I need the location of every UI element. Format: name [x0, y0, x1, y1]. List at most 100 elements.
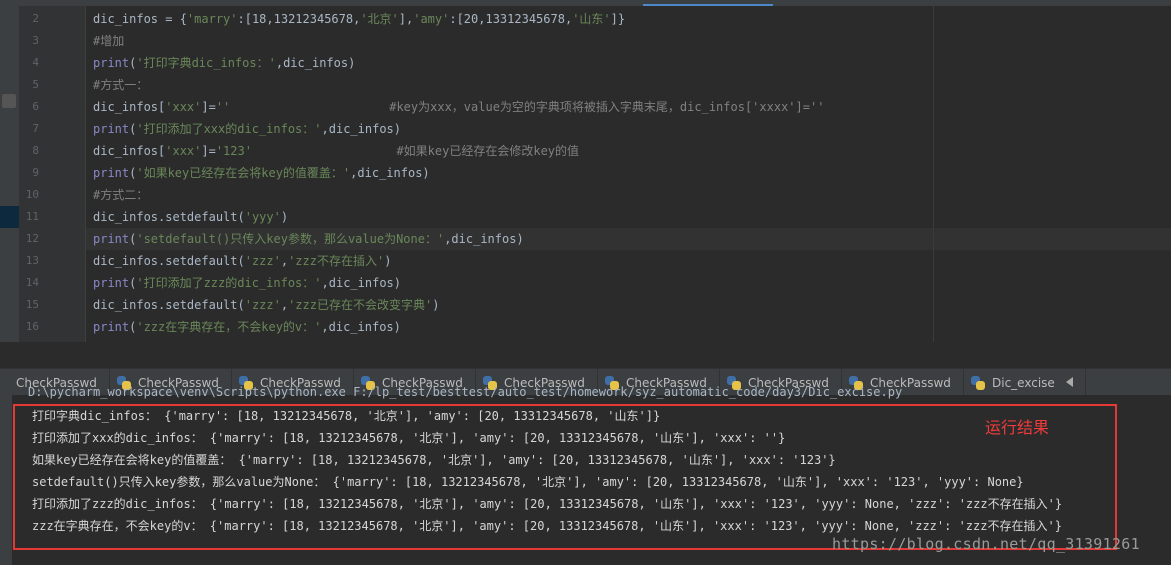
code-line[interactable]: dic_infos['xxx']='123' #如果key已经存在会修改key的…	[93, 140, 579, 162]
code-token: 'zzz已存在不会改变字典'	[288, 298, 433, 312]
line-number: 3	[32, 34, 39, 47]
line-number: 5	[32, 78, 39, 91]
code-token: :[18,13212345678,	[237, 12, 361, 26]
code-token: '山东'	[572, 12, 611, 26]
console-toolbar	[0, 395, 12, 565]
code-line[interactable]: dic_infos = {'marry':[18,13212345678,'北京…	[93, 8, 625, 30]
result-annotation: 运行结果	[985, 418, 1050, 437]
code-token: dic_infos.setdefault(	[93, 298, 245, 312]
code-line[interactable]: print('打印添加了zzz的dic_infos：',dic_infos)	[93, 272, 401, 294]
code-line[interactable]: dic_infos.setdefault('zzz','zzz不存在插入')	[93, 250, 391, 272]
code-line[interactable]: dic_infos.setdefault('yyy')	[93, 206, 288, 228]
code-token: dic_infos.setdefault(	[93, 254, 245, 268]
highlight-box	[13, 404, 1117, 550]
tool-strip-selection	[0, 206, 19, 228]
project-tool-strip	[0, 6, 19, 368]
code-line[interactable]: print('setdefault()只传入key参数，那么value为None…	[93, 228, 524, 250]
code-line[interactable]: print('打印字典dic_infos：',dic_infos)	[93, 52, 355, 74]
line-number: 13	[25, 254, 39, 267]
line-number: 7	[32, 122, 39, 135]
code-token: 'yyy'	[244, 210, 281, 224]
code-token: '打印添加了xxx的dic_infos：'	[136, 122, 322, 136]
code-token: ,	[280, 254, 289, 268]
code-token: 'zzz在字典存在，不会key的v：'	[136, 320, 322, 334]
code-token: '北京'	[360, 12, 399, 26]
editor-empty-area	[0, 342, 1171, 368]
code-token: )	[432, 298, 440, 312]
code-token: ,dic_infos)	[350, 166, 430, 180]
code-token: 'zzz'	[244, 254, 281, 268]
code-token: ],	[398, 12, 414, 26]
code-token: 'zzz'	[244, 298, 281, 312]
line-number: 8	[32, 144, 39, 157]
line-number: 6	[32, 100, 39, 113]
code-token: 'xxx'	[165, 100, 202, 114]
code-token: #方式一：	[93, 78, 149, 92]
code-token: 'amy'	[413, 12, 450, 26]
code-line[interactable]: #方式一：	[93, 74, 148, 96]
code-token: )	[384, 254, 392, 268]
run-tab-label: Dic_excise	[992, 375, 1055, 390]
code-token: '打印添加了zzz的dic_infos：'	[136, 276, 322, 290]
code-token: ,	[280, 298, 289, 312]
code-token: ,dic_infos)	[275, 56, 356, 70]
code-token: ,dic_infos)	[444, 232, 524, 246]
line-number: 14	[25, 276, 39, 289]
code-token: 'setdefault()只传入key参数，那么value为None：'	[136, 232, 445, 246]
right-margin-guide	[933, 6, 934, 342]
active-tab-indicator	[643, 4, 773, 6]
code-token: 'xxx'	[165, 144, 202, 158]
line-number: 9	[32, 166, 39, 179]
line-number: 11	[25, 210, 39, 223]
code-token: print	[93, 232, 130, 246]
code-token: )	[280, 210, 289, 224]
line-number: 4	[32, 56, 39, 69]
code-line[interactable]: print('如果key已经存在会将key的值覆盖：',dic_infos)	[93, 162, 430, 184]
code-token: print	[93, 320, 130, 334]
code-token: dic_infos = {	[93, 12, 187, 26]
editor-tab-strip	[0, 0, 1171, 6]
code-token: ]=	[201, 144, 216, 158]
code-token: dic_infos[	[93, 144, 166, 158]
code-token: print	[93, 122, 130, 136]
code-token: ,dic_infos)	[321, 276, 401, 290]
console-command-line: D:\pycharm_workspace\venv\Scripts\python…	[28, 385, 903, 399]
code-token: '如果key已经存在会将key的值覆盖：'	[136, 166, 351, 180]
code-token: #key为xxx，value为空的字典项将被插入字典末尾，dic_infos['…	[389, 100, 825, 114]
code-token: ]=	[201, 100, 216, 114]
code-token: ''	[215, 100, 231, 114]
code-token: #方式二：	[93, 188, 149, 202]
code-line[interactable]: dic_infos['xxx']='' #key为xxx，value为空的字典项…	[93, 96, 824, 118]
code-token: ,dic_infos)	[321, 320, 401, 334]
scroll-tabs-left-icon[interactable]	[1066, 377, 1073, 387]
code-token: #如果key已经存在会修改key的值	[396, 144, 580, 158]
code-token: :[20,13312345678,	[449, 12, 573, 26]
code-line[interactable]: #增加	[93, 30, 124, 52]
line-number: 2	[32, 12, 39, 25]
python-icon	[970, 375, 986, 391]
gutter-separator	[85, 6, 86, 342]
line-number: 15	[25, 298, 39, 311]
code-token: #增加	[93, 34, 125, 48]
code-token: dic_infos.setdefault(	[93, 210, 245, 224]
code-token: '打印字典dic_infos：'	[136, 56, 276, 70]
code-token: print	[93, 56, 130, 70]
code-token: ]}	[610, 12, 626, 26]
line-number: 10	[25, 188, 39, 201]
watermark: https://blog.csdn.net/qq_31391261	[832, 535, 1140, 553]
code-token: dic_infos[	[93, 100, 166, 114]
code-line[interactable]: #方式二：	[93, 184, 148, 206]
code-token: print	[93, 276, 130, 290]
code-token: print	[93, 166, 130, 180]
code-line[interactable]: print('打印添加了xxx的dic_infos：',dic_infos)	[93, 118, 401, 140]
code-line[interactable]: dic_infos.setdefault('zzz','zzz已存在不会改变字典…	[93, 294, 439, 316]
line-number: 12	[25, 232, 39, 245]
code-line[interactable]: print('zzz在字典存在，不会key的v：',dic_infos)	[93, 316, 401, 338]
code-token: 'marry'	[186, 12, 238, 26]
line-number: 16	[25, 320, 39, 333]
tool-window-icon[interactable]	[2, 94, 16, 108]
code-token: ,dic_infos)	[321, 122, 401, 136]
code-token: '123'	[215, 144, 252, 158]
